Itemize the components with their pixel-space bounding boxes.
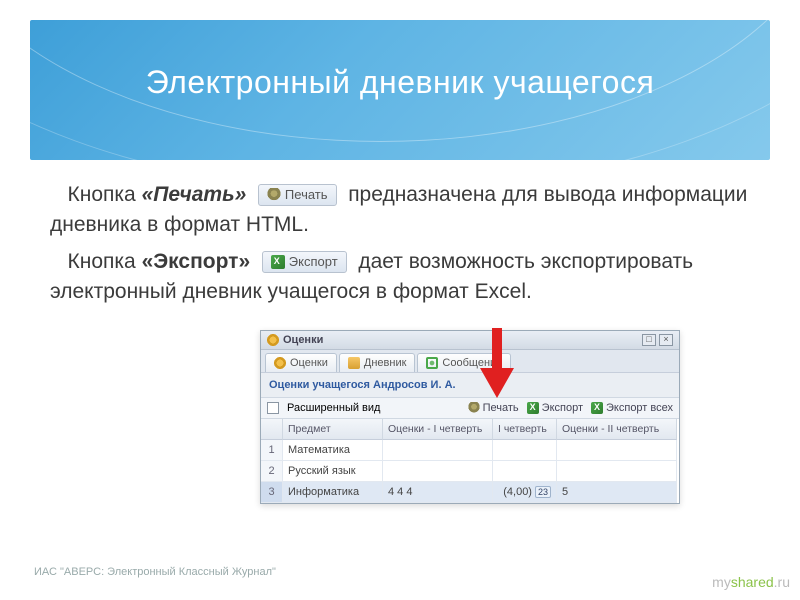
grid-header: Предмет Оценки - I четверть I четверть О… — [261, 419, 679, 440]
refresh-icon — [426, 357, 438, 369]
excel-icon — [591, 402, 603, 414]
title-band: Электронный дневник учащегося — [30, 20, 770, 160]
window-icon — [267, 334, 279, 346]
export-all-button[interactable]: Экспорт всех — [591, 402, 673, 414]
slide-title: Электронный дневник учащегося — [30, 64, 770, 101]
grades-toolbar: Расширенный вид Печать Экспорт Экспорт в… — [261, 397, 679, 419]
student-label: Оценки учащегося Андросов И. А. — [261, 373, 679, 397]
window-title: Оценки — [283, 334, 323, 346]
tab-grades[interactable]: Оценки — [265, 353, 337, 372]
extended-view-label: Расширенный вид — [287, 402, 380, 414]
col-grades-q1[interactable]: Оценки - I четверть — [383, 419, 493, 440]
bold-print: «Печать» — [142, 183, 247, 206]
tab-row: Оценки Дневник Сообщения — [261, 350, 679, 373]
excel-icon — [271, 255, 285, 269]
excel-icon — [527, 402, 539, 414]
window-titlebar: Оценки □ × — [261, 331, 679, 350]
export-button[interactable]: Экспорт — [527, 402, 583, 414]
book-icon — [348, 357, 360, 369]
col-q1[interactable]: I четверть — [493, 419, 557, 440]
footer-source: ИАС "АВЕРС: Электронный Классный Журнал" — [34, 566, 276, 578]
print-button[interactable]: Печать — [468, 402, 519, 414]
table-row[interactable]: 2 Русский язык — [261, 461, 679, 482]
star-icon — [274, 357, 286, 369]
inline-print-button: Печать — [258, 184, 337, 206]
bold-export: «Экспорт» — [142, 250, 251, 273]
grades-grid: Предмет Оценки - I четверть I четверть О… — [261, 419, 679, 503]
table-row[interactable]: 3 Информатика 4 4 4 (4,00)23 5 — [261, 482, 679, 503]
close-button[interactable]: × — [659, 334, 673, 346]
extended-view-checkbox[interactable] — [267, 402, 279, 414]
footer-watermark: myshared.ru — [712, 574, 790, 590]
paragraph-export: Кнопка «Экспорт» Экспорт дает возможност… — [50, 247, 760, 308]
grades-window: Оценки □ × Оценки Дневник Сообщения Оцен… — [260, 330, 680, 504]
maximize-button[interactable]: □ — [642, 334, 656, 346]
slide-body: Кнопка «Печать» Печать предназначена для… — [30, 160, 770, 308]
red-arrow-icon — [480, 328, 514, 398]
count-badge: 23 — [535, 486, 551, 498]
inline-export-button: Экспорт — [262, 251, 347, 273]
table-row[interactable]: 1 Математика — [261, 440, 679, 461]
tab-diary[interactable]: Дневник — [339, 353, 416, 372]
col-subject[interactable]: Предмет — [283, 419, 383, 440]
printer-icon — [267, 188, 281, 202]
printer-icon — [468, 402, 480, 414]
paragraph-print: Кнопка «Печать» Печать предназначена для… — [50, 180, 760, 241]
col-grades-q2[interactable]: Оценки - II четверть — [557, 419, 677, 440]
